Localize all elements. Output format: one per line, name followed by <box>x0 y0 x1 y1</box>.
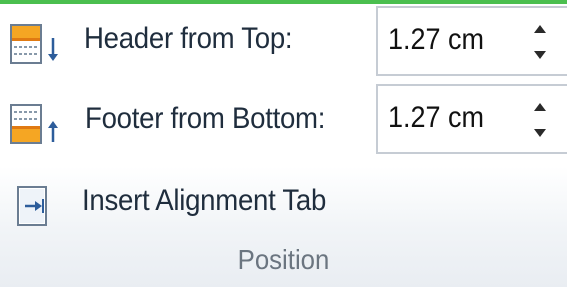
spin-up-arrow-icon[interactable] <box>530 18 550 40</box>
insert-alignment-tab-icon <box>16 185 62 229</box>
spin-down-arrow-icon[interactable] <box>530 44 550 66</box>
header-from-top-spinner[interactable]: 1.27 cm <box>376 6 567 76</box>
insert-alignment-tab-label: Insert Alignment Tab <box>82 184 327 217</box>
header-position-icon <box>10 24 80 64</box>
header-from-top-value[interactable]: 1.27 cm <box>388 23 484 57</box>
ribbon-group-position: Header from Top: 1.27 cm Footer from Bot… <box>0 0 567 287</box>
footer-from-bottom-spinner[interactable]: 1.27 cm <box>376 84 567 154</box>
footer-from-bottom-value[interactable]: 1.27 cm <box>388 101 484 135</box>
footer-position-icon <box>10 104 80 144</box>
spin-up-arrow-icon[interactable] <box>530 96 550 118</box>
group-title: Position <box>237 244 330 275</box>
group-top-accent <box>0 0 567 4</box>
header-from-top-label: Header from Top: <box>84 22 293 55</box>
footer-from-bottom-label: Footer from Bottom: <box>85 102 326 135</box>
spin-down-arrow-icon[interactable] <box>530 122 550 144</box>
